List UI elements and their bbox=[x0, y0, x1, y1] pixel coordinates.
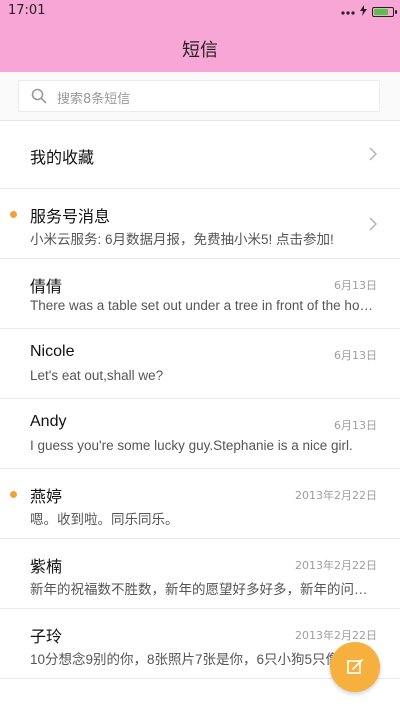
contact-name: 燕婷 bbox=[30, 489, 63, 506]
charging-icon bbox=[360, 5, 367, 19]
message-preview: 10分想念9别的你，8张照片7张是你，6只小狗5只像你 bbox=[30, 652, 353, 667]
battery-level bbox=[374, 9, 389, 15]
favorites-row[interactable]: 我的收藏 bbox=[0, 120, 400, 189]
message-date: 6月13日 bbox=[334, 279, 377, 292]
conversation-row[interactable]: Nicole 6月13日 Let's eat out,shall we? bbox=[0, 329, 400, 399]
unread-dot bbox=[10, 211, 17, 218]
contact-name: 倩倩 bbox=[30, 279, 63, 296]
unread-dot bbox=[10, 491, 17, 498]
message-preview: 嗯。收到啦。同乐同乐。 bbox=[30, 512, 179, 527]
conversation-row[interactable]: 服务号消息小米云服务: 6月数据月报，免费抽小米5! 点击参加! bbox=[0, 189, 400, 259]
compose-button[interactable] bbox=[330, 642, 380, 692]
status-bar: 17:01 bbox=[0, 0, 400, 24]
status-icons bbox=[341, 5, 397, 19]
message-preview: I guess you're some lucky guy.Stephanie … bbox=[30, 438, 353, 453]
chevron-right-icon bbox=[369, 217, 378, 231]
conversation-row[interactable]: 燕婷 2013年2月22日嗯。收到啦。同乐同乐。 bbox=[0, 469, 400, 539]
status-time: 17:01 bbox=[8, 3, 46, 18]
battery-icon bbox=[372, 7, 397, 17]
compose-icon bbox=[347, 659, 363, 674]
search-bar: 搜索8条短信 bbox=[0, 72, 400, 121]
page-title: 短信 bbox=[182, 40, 218, 61]
app-header: 17:01 短信 bbox=[0, 0, 400, 73]
message-date: 6月13日 bbox=[334, 349, 377, 362]
search-icon bbox=[31, 88, 47, 104]
search-input[interactable]: 搜索8条短信 bbox=[18, 80, 380, 112]
contact-name: 服务号消息 bbox=[30, 209, 111, 226]
contact-name: 子玲 bbox=[30, 629, 63, 646]
conversation-row[interactable]: 紫楠 2013年2月22日新年的祝福数不胜数，新年的愿望好多好多，新年的问候... bbox=[0, 539, 400, 609]
signal-dots-icon bbox=[341, 6, 355, 19]
favorites-label: 我的收藏 bbox=[30, 150, 95, 167]
message-preview: 新年的祝福数不胜数，新年的愿望好多好多，新年的问候... bbox=[30, 582, 375, 597]
contact-name: Andy bbox=[30, 413, 67, 430]
contact-name: 紫楠 bbox=[30, 559, 63, 576]
chevron-right-icon bbox=[369, 147, 378, 161]
message-preview: 小米云服务: 6月数据月报，免费抽小米5! 点击参加! bbox=[30, 232, 334, 247]
conversation-list: 我的收藏 服务号消息小米云服务: 6月数据月报，免费抽小米5! 点击参加! 倩倩 6… bbox=[0, 120, 400, 679]
conversation-row[interactable]: 倩倩 6月13日 There was a table set out under a… bbox=[0, 259, 400, 329]
message-preview: There was a table set out under a tree i… bbox=[30, 298, 375, 313]
conversation-row[interactable]: Andy 6月13日 I guess you're some lucky guy.S… bbox=[0, 399, 400, 469]
message-date: 2013年2月22日 bbox=[295, 559, 377, 572]
message-date: 2013年2月22日 bbox=[295, 629, 377, 642]
message-date: 2013年2月22日 bbox=[295, 489, 377, 502]
message-date: 6月13日 bbox=[334, 419, 377, 432]
search-placeholder: 搜索8条短信 bbox=[57, 92, 131, 107]
message-preview: Let's eat out,shall we? bbox=[30, 368, 164, 383]
contact-name: Nicole bbox=[30, 343, 75, 360]
